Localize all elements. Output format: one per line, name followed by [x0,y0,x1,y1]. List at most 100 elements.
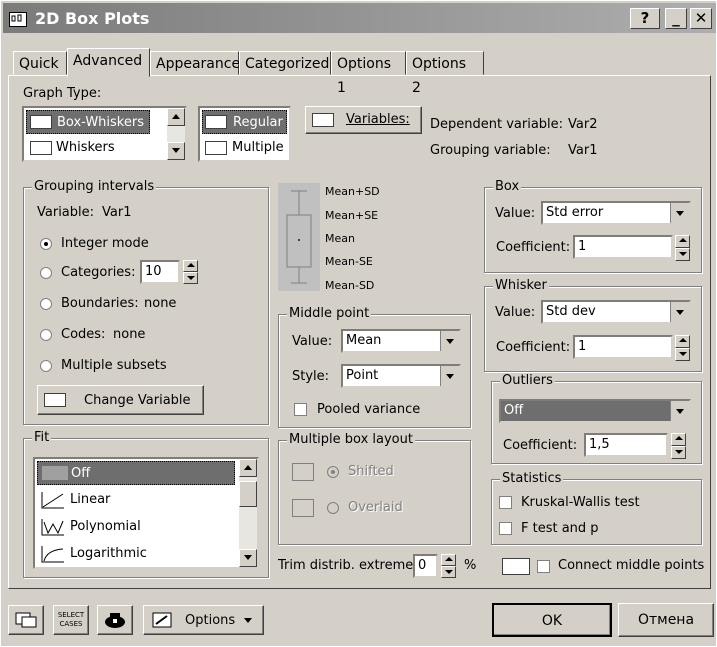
f-test-checkbox[interactable] [499,522,512,535]
middle-value-label: Value: [292,334,333,349]
fit-item-linear[interactable]: Linear [37,488,235,512]
integer-mode-label: Integer mode [61,236,149,251]
fit-scrollbar[interactable] [239,459,257,567]
window-title: 2D Box Plots [35,9,150,28]
outliers-coefficient-label: Coefficient: [503,438,578,453]
box-value-select[interactable]: Std error [541,201,691,225]
scroll-up-icon[interactable] [167,108,185,126]
box-value-label: Value: [495,206,536,221]
categories-radio[interactable] [40,267,52,279]
overlaid-radio[interactable] [327,502,339,514]
trim-input[interactable]: 0 [413,554,438,578]
middle-style-select[interactable]: Point [341,364,461,388]
chevron-down-icon[interactable] [440,331,459,351]
kruskal-wallis-checkbox[interactable] [499,496,512,509]
categories-input[interactable]: 10 [140,260,180,284]
chevron-down-icon[interactable] [670,302,689,322]
options-icon [152,612,172,628]
middle-value-select[interactable]: Mean [341,329,461,353]
grouping-variable-name: Var1 [102,205,132,220]
shifted-radio[interactable] [327,466,339,478]
connect-middle-points-checkbox[interactable] [537,560,550,573]
variables-button[interactable]: Variables: [305,106,422,134]
tab-advanced[interactable]: Advanced [67,48,150,77]
whisker-coefficient-stepper[interactable] [675,335,690,361]
dropdown-arrow-icon [244,618,252,627]
cancel-button[interactable]: Отмена [618,603,714,637]
tab-options-1[interactable]: Options 1 [331,51,406,96]
fit-list[interactable]: Off Linear Polynomial Logarithmic [33,457,259,569]
weight-button[interactable] [97,605,133,635]
whiskers-icon [30,141,52,155]
help-button[interactable]: ? [630,8,660,29]
outliers-select[interactable]: Off [499,399,691,423]
trim-label: Trim distrib. extremes: [278,558,425,573]
preview-label-mean-plus-se: Mean+SE [325,209,379,222]
boundaries-value: none [144,296,177,311]
app-icon [9,12,27,27]
variables-icon [312,113,334,127]
fit-off-icon [42,466,68,480]
shifted-label: Shifted [348,464,394,479]
scroll-down-icon[interactable] [239,549,257,567]
tab-quick[interactable]: Quick [13,51,67,75]
scroll-up-icon[interactable] [239,459,257,477]
grouping-variable-caption: Variable: [37,205,95,220]
tab-options-2[interactable]: Options 2 [406,51,484,96]
box-coefficient-stepper[interactable] [675,235,690,261]
fit-item-logarithmic[interactable]: Logarithmic [37,542,235,566]
graph-window-button[interactable] [8,605,44,635]
grouping-variable-value: Var1 [568,143,598,158]
outliers-coefficient-stepper[interactable] [671,433,686,459]
kruskal-wallis-label: Kruskal-Wallis test [521,495,640,510]
connect-middle-points-label: Connect middle points [558,558,705,573]
preview-label-mean-minus-sd: Mean-SD [325,279,375,292]
integer-mode-radio[interactable] [40,238,52,250]
boundaries-radio[interactable] [40,298,52,310]
connect-points-icon [502,558,530,575]
preview-label-mean-minus-se: Mean-SE [325,255,373,268]
box-coefficient-label: Coefficient: [496,240,571,255]
close-button[interactable]: ✕ [690,8,712,29]
graph-type-list[interactable]: Box-Whiskers Whiskers [22,106,187,162]
trim-unit: % [464,558,477,573]
select-cases-button[interactable]: SELECT CASES [53,605,89,635]
title-bar[interactable]: 2D Box Plots ? _ ✕ [3,3,716,33]
boundaries-label: Boundaries: [61,296,139,311]
scroll-down-icon[interactable] [167,142,185,160]
change-variable-button[interactable]: Change Variable [37,385,204,415]
whisker-group: Whisker [484,278,702,372]
dialog-window: 2D Box Plots ? _ ✕ Quick Advanced Appear… [0,0,717,647]
ok-button[interactable]: OK [492,603,612,637]
box-coefficient-input[interactable]: 1 [573,235,673,259]
whisker-value-select[interactable]: Std dev [541,300,691,324]
codes-radio[interactable] [40,329,52,341]
tab-categorized[interactable]: Categorized [239,51,331,75]
graph-type-scrollbar[interactable] [167,108,185,160]
tab-appearance[interactable]: Appearance [150,51,240,75]
outliers-coefficient-input[interactable]: 1,5 [584,433,668,457]
chevron-down-icon[interactable] [670,203,689,223]
whisker-coefficient-label: Coefficient: [496,340,571,355]
multiple-subsets-label: Multiple subsets [61,358,167,373]
multiple-subsets-radio[interactable] [40,360,52,372]
whisker-coefficient-input[interactable]: 1 [573,335,673,359]
pooled-variance-checkbox[interactable] [294,403,307,416]
fit-scroll-thumb[interactable] [239,481,257,507]
pooled-variance-label: Pooled variance [317,402,421,417]
dependent-variable-label: Dependent variable: [430,117,564,132]
trim-stepper[interactable] [441,554,456,578]
plot-mode-list[interactable]: Regular Multiple [198,106,291,162]
categories-label: Categories: [61,265,136,280]
weight-icon [105,613,125,628]
preview-label-mean-plus-sd: Mean+SD [325,185,380,198]
fit-item-off[interactable]: Off [37,461,235,485]
grouping-variable-label: Grouping variable: [430,143,551,158]
categories-stepper[interactable] [183,260,198,284]
fit-item-polynomial[interactable]: Polynomial [37,515,235,539]
chevron-down-icon[interactable] [670,401,689,421]
chevron-down-icon[interactable] [440,366,459,386]
minimize-button[interactable]: _ [665,8,687,29]
box-plot-preview [278,183,320,291]
options-button[interactable]: Options [143,605,264,635]
